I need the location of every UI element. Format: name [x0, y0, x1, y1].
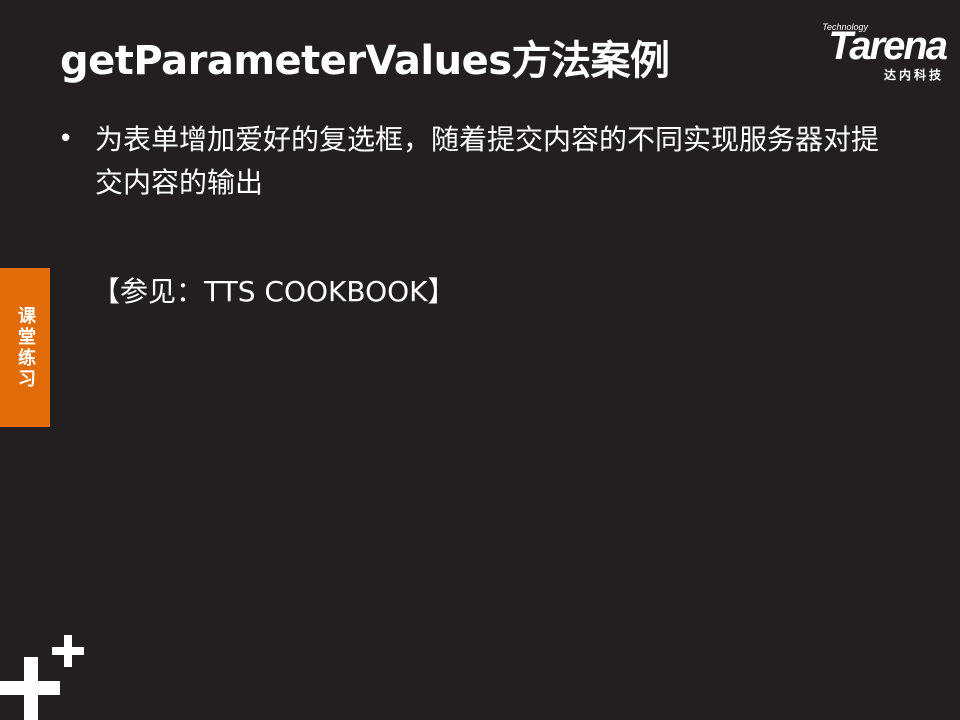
logo-wordmark: Tarena — [828, 24, 948, 68]
side-tab-label: 课堂练习 — [15, 305, 36, 390]
slide-title: getParameterValues方法案例 — [60, 38, 670, 84]
tarena-logo: Technology Tarena 达内科技 — [776, 22, 948, 84]
reference-note: 【参见：TTS COOKBOOK】 — [92, 275, 456, 308]
slide: getParameterValues方法案例 Technology Tarena… — [0, 0, 960, 720]
bullet-symbol: • — [58, 124, 74, 154]
plus-icon — [0, 635, 84, 720]
bullet-list: • 为表单增加爱好的复选框，随着提交内容的不同实现服务器对提交内容的输出 — [58, 118, 888, 204]
side-tab: 课堂练习 — [0, 268, 50, 427]
bullet-text: 为表单增加爱好的复选框，随着提交内容的不同实现服务器对提交内容的输出 — [95, 123, 880, 199]
logo-chinese-name: 达内科技 — [883, 68, 944, 82]
bullet-item: • 为表单增加爱好的复选框，随着提交内容的不同实现服务器对提交内容的输出 — [58, 118, 888, 204]
